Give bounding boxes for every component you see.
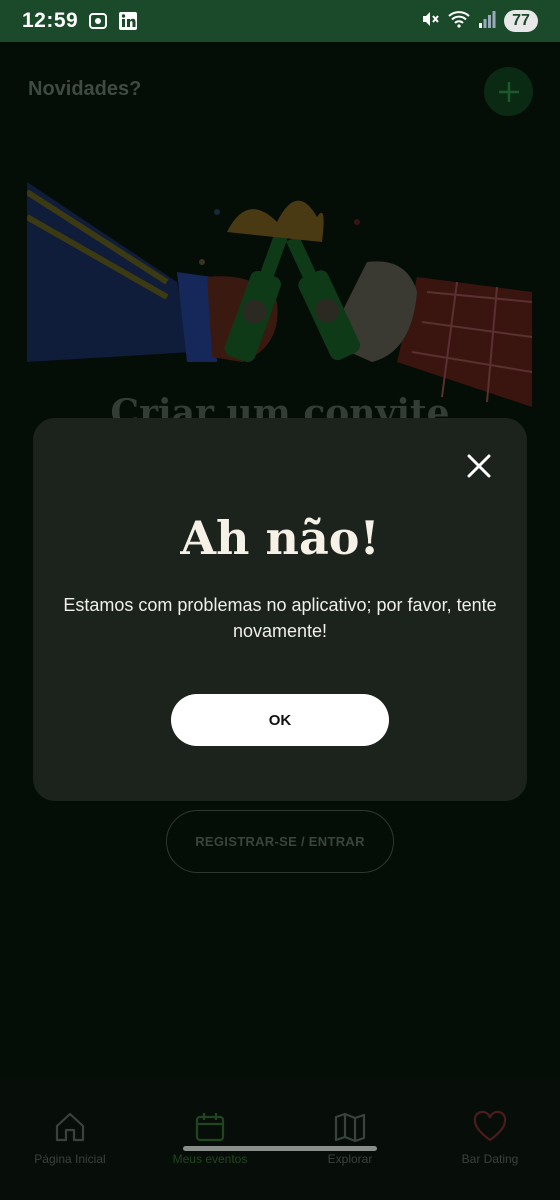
battery-indicator: 77 [504, 10, 538, 32]
status-time: 12:59 [22, 9, 79, 32]
plus-icon [498, 81, 519, 102]
home-indicator [183, 1146, 377, 1151]
wifi-icon [448, 9, 470, 34]
page-header: Novidades? [28, 78, 142, 100]
add-button[interactable] [484, 67, 533, 116]
mute-icon [420, 9, 440, 34]
nav-label-my-events: Meus eventos [172, 1152, 248, 1166]
signal-icon [478, 9, 496, 34]
nav-item-my-events[interactable]: Meus eventos [140, 1110, 280, 1166]
close-button[interactable] [461, 448, 497, 484]
error-dialog: Ah não! Estamos com problemas no aplicat… [33, 418, 527, 801]
ok-button[interactable]: OK [171, 694, 389, 746]
dialog-message: Estamos com problemas no aplicativo; por… [63, 595, 497, 641]
close-icon [467, 454, 491, 478]
map-icon [334, 1112, 366, 1143]
heart-icon [473, 1110, 507, 1142]
bottom-navigation: Página Inicial Meus eventos Explorar Bar… [0, 1078, 560, 1200]
nav-item-home[interactable]: Página Inicial [0, 1110, 140, 1166]
screenshot-icon [88, 11, 108, 31]
nav-item-bar-dating[interactable]: Bar Dating [420, 1110, 560, 1166]
nav-label-explore: Explorar [327, 1152, 373, 1166]
dialog-title: Ah não! [180, 511, 380, 565]
calendar-icon [195, 1113, 225, 1142]
status-bar: 12:59 77 [0, 0, 560, 42]
nav-item-explore[interactable]: Explorar [280, 1110, 420, 1166]
register-login-button[interactable]: REGISTRAR-SE / ENTRAR [166, 810, 394, 873]
home-icon [55, 1112, 85, 1142]
nav-label-home: Página Inicial [34, 1152, 106, 1166]
linkedin-icon [118, 11, 138, 31]
nav-label-bar-dating: Bar Dating [461, 1152, 519, 1166]
toast-illustration [27, 182, 532, 407]
